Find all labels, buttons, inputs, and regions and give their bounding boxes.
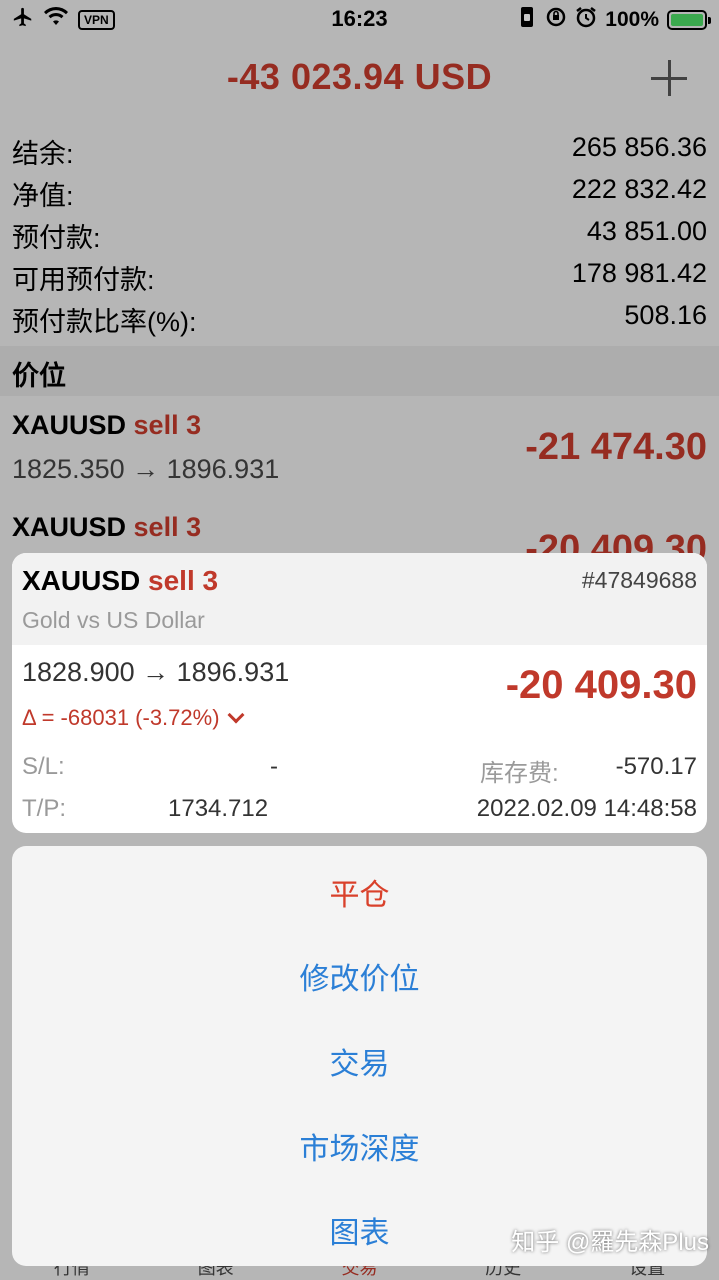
tp-label: T/P: (22, 795, 67, 822)
position-detail-card: XAUUSD sell 3 #47849688 Gold vs US Dolla… (12, 553, 707, 833)
delta-text: Δ = -68031 (-3.72%) (22, 705, 220, 730)
close-position-button[interactable]: 平仓 (12, 870, 707, 914)
position-side: sell 3 (148, 565, 219, 596)
swap-label: 库存费: (480, 760, 559, 787)
watermark: 知乎 @羅先森Plus (511, 1229, 709, 1256)
modify-position-button[interactable]: 修改价位 (12, 954, 707, 998)
chevron-down-icon (227, 706, 245, 724)
open-time: 2022.02.09 14:48:58 (476, 795, 697, 822)
action-sheet: 平仓 修改价位 交易 市场深度 图表 (12, 846, 707, 1266)
detail-symbol: XAUUSD sell 3 (22, 565, 218, 597)
detail-prices: 1828.900 → 1896.931 (22, 657, 290, 687)
symbol-name: XAUUSD (22, 565, 141, 596)
trade-button[interactable]: 交易 (12, 1039, 707, 1083)
detail-header: XAUUSD sell 3 #47849688 Gold vs US Dolla… (12, 553, 707, 645)
market-depth-button[interactable]: 市场深度 (12, 1124, 707, 1168)
tp-value: 1734.712 (168, 795, 269, 822)
symbol-description: Gold vs US Dollar (22, 607, 205, 633)
ticket-number: #47849688 (581, 567, 697, 593)
sl-label: S/L: (22, 753, 65, 780)
sl-value: - (270, 753, 278, 780)
price-delta[interactable]: Δ = -68031 (-3.72%) (22, 705, 245, 731)
swap-value: -570.17 (615, 753, 697, 780)
detail-profit: -20 409.30 (505, 663, 697, 707)
